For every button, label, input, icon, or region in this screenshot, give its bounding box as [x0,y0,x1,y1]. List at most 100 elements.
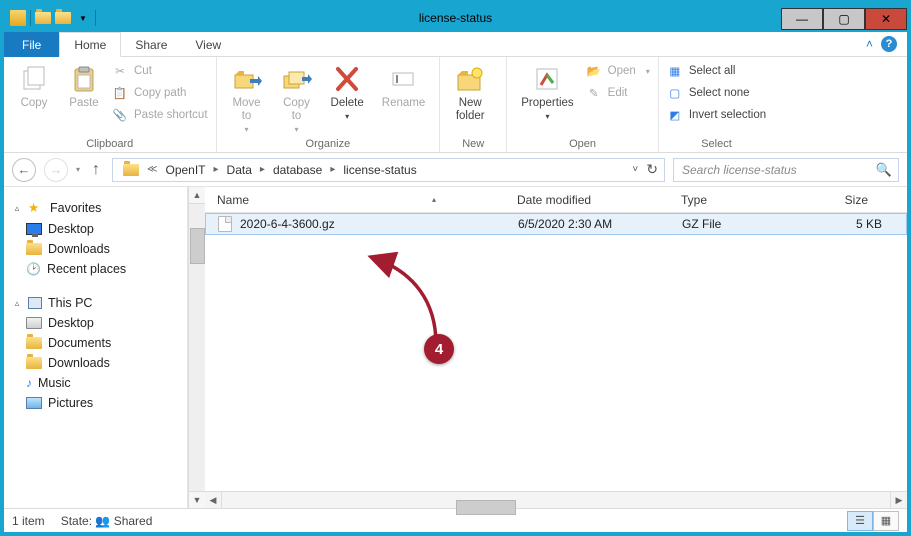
navpane-scrollbar[interactable]: ▲ ▼ [188,187,205,508]
breadcrumb-root-icon[interactable] [117,159,145,181]
invert-selection-button[interactable]: ◩ Invert selection [667,105,766,125]
new-folder-button[interactable]: New folder [448,61,492,125]
file-name: 2020-6-4-3600.gz [240,217,335,231]
breadcrumb-item[interactable]: database [267,159,328,181]
details-view-button[interactable]: ☰ [847,511,873,531]
copy-button[interactable]: Copy [12,61,56,112]
history-dropdown-icon[interactable]: ▾ [76,165,80,174]
caret-icon: ▵ [12,298,22,309]
new-folder-icon [454,63,486,95]
move-to-icon [231,63,263,95]
chevron-down-icon: ▾ [545,112,549,121]
forward-button[interactable]: → [44,158,68,182]
icons-view-button[interactable]: ▦ [873,511,899,531]
search-input[interactable] [680,162,870,178]
qat-properties-icon[interactable] [55,12,71,24]
group-clipboard: Copy Paste ✂ Cut 📋 Copy path [4,57,217,152]
tab-home[interactable]: Home [59,32,121,57]
column-name[interactable]: Name ▴ [217,187,517,212]
select-none-icon: ▢ [667,85,683,101]
titlebar: ▼ license-status — ▢ ✕ [4,4,907,32]
nav-pc-pictures[interactable]: Pictures [4,393,187,413]
edit-button[interactable]: ✎ Edit [586,83,650,103]
paste-shortcut-icon: 📎 [112,107,128,123]
scroll-up-icon[interactable]: ▲ [189,187,205,204]
scroll-down-icon[interactable]: ▼ [189,491,205,508]
move-to-button[interactable]: Move to ▾ [225,61,269,136]
nav-desktop[interactable]: Desktop [4,219,187,239]
select-all-button[interactable]: ▦ Select all [667,61,766,81]
maximize-button[interactable]: ▢ [823,8,865,30]
ribbon: Copy Paste ✂ Cut 📋 Copy path [4,57,907,153]
nav-downloads[interactable]: Downloads [4,239,187,259]
group-label-open: Open [569,136,596,150]
copy-to-icon [281,63,313,95]
thispc-header[interactable]: ▵ This PC [4,293,187,313]
breadcrumb-dropdown-icon[interactable]: ˅ [632,164,638,175]
column-date[interactable]: Date modified [517,187,681,212]
scroll-right-icon[interactable]: ▶ [890,492,907,508]
properties-button[interactable]: Properties ▾ [515,61,579,123]
up-button[interactable]: ↑ [88,161,104,179]
folder-icon [26,357,42,369]
chevron-right-icon[interactable]: ▸ [258,164,267,175]
help-icon[interactable]: ? [881,36,897,52]
tab-view[interactable]: View [181,32,235,57]
tab-file[interactable]: File [4,32,59,57]
paste-shortcut-button[interactable]: 📎 Paste shortcut [112,105,208,125]
scroll-left-icon[interactable]: ◀ [205,492,222,508]
cut-button[interactable]: ✂ Cut [112,61,208,81]
separator [95,10,96,26]
delete-button[interactable]: Delete ▾ [325,61,370,123]
chevron-right-icon[interactable]: ≪ [145,164,159,175]
music-icon: ♪ [26,376,32,390]
open-button[interactable]: 📂 Open ▾ [586,61,650,81]
group-new: New folder New [440,57,507,152]
caret-icon: ▵ [12,203,22,214]
breadcrumb-item[interactable]: license-status [337,159,422,181]
chevron-right-icon[interactable]: ▸ [328,164,337,175]
nav-recent-places[interactable]: 🕑 Recent places [4,259,187,279]
horizontal-scrollbar[interactable]: ◀ ▶ [205,491,907,508]
paste-button[interactable]: Paste [62,61,106,112]
content-area: ▵ ★ Favorites Desktop Downloads 🕑 Recent… [4,187,907,508]
column-size[interactable]: Size [821,187,881,212]
status-state: State: 👥 Shared [61,514,153,528]
group-select: ▦ Select all ▢ Select none ◩ Invert sele… [659,57,774,152]
status-item-count: 1 item [12,514,45,528]
file-row[interactable]: 2020-6-4-3600.gz 6/5/2020 2:30 AM GZ Fil… [205,213,907,235]
back-button[interactable]: ← [12,158,36,182]
chevron-right-icon[interactable]: ▸ [212,164,221,175]
nav-pc-documents[interactable]: Documents [4,333,187,353]
minimize-button[interactable]: — [781,8,823,30]
pc-icon [28,297,42,309]
column-headers: Name ▴ Date modified Type Size [205,187,907,213]
copy-path-button[interactable]: 📋 Copy path [112,83,208,103]
close-button[interactable]: ✕ [865,8,907,30]
scroll-thumb[interactable] [190,228,205,264]
favorites-header[interactable]: ▵ ★ Favorites [4,197,187,219]
breadcrumb-item[interactable]: Data [221,159,258,181]
file-list-area: Name ▴ Date modified Type Size 2020-6-4-… [205,187,907,508]
tab-share[interactable]: Share [121,32,181,57]
search-box[interactable]: 🔍 [673,158,899,182]
refresh-button[interactable]: ↻ [646,161,658,178]
desktop-icon [26,223,42,235]
select-none-button[interactable]: ▢ Select none [667,83,766,103]
ribbon-collapse-icon[interactable]: ˄ [866,37,873,51]
scroll-thumb[interactable] [456,500,516,515]
file-list[interactable]: 2020-6-4-3600.gz 6/5/2020 2:30 AM GZ Fil… [205,213,907,491]
search-icon[interactable]: 🔍 [876,162,892,178]
nav-pc-music[interactable]: ♪ Music [4,373,187,393]
group-open: Properties ▾ 📂 Open ▾ ✎ Edit Open [507,57,659,152]
qat-dropdown-icon[interactable]: ▼ [75,14,91,23]
invert-selection-icon: ◩ [667,107,683,123]
qat-new-folder-icon[interactable] [35,12,51,24]
breadcrumb[interactable]: ≪ OpenIT ▸ Data ▸ database ▸ license-sta… [112,158,665,182]
rename-button[interactable]: Rename [376,61,431,112]
copy-to-button[interactable]: Copy to ▾ [275,61,319,136]
nav-pc-desktop[interactable]: Desktop [4,313,187,333]
nav-pc-downloads[interactable]: Downloads [4,353,187,373]
breadcrumb-item[interactable]: OpenIT [159,159,211,181]
column-type[interactable]: Type [681,187,821,212]
